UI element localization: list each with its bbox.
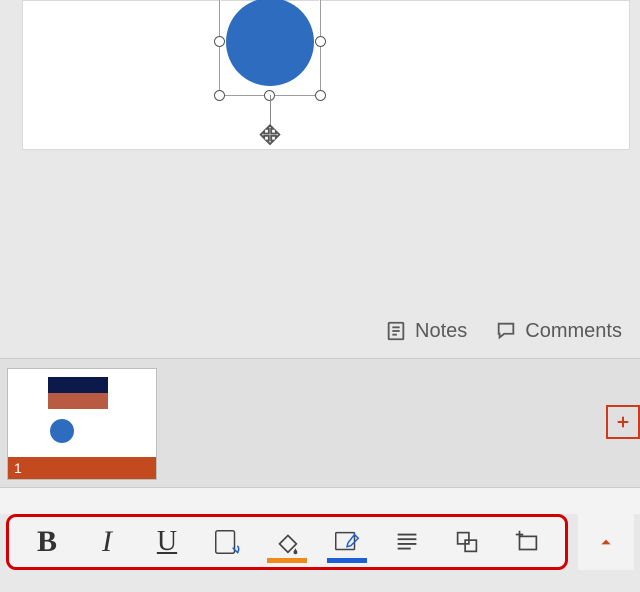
underline-icon: U xyxy=(157,526,177,558)
resize-handle-w[interactable] xyxy=(214,36,225,47)
paint-bucket-icon xyxy=(272,527,302,557)
new-slide-button[interactable] xyxy=(606,405,640,439)
outline-color-button[interactable] xyxy=(325,520,369,564)
paragraph-icon xyxy=(392,527,422,557)
font-style-icon xyxy=(212,527,242,557)
thumbnail-shape xyxy=(50,419,74,443)
selection-box[interactable] xyxy=(219,0,321,96)
slide-canvas[interactable] xyxy=(22,0,630,150)
circle-shape[interactable] xyxy=(226,0,314,86)
comments-button[interactable]: Comments xyxy=(495,320,622,343)
pencil-outline-icon xyxy=(332,527,362,557)
resize-handle-sw[interactable] xyxy=(214,90,225,101)
resize-handle-e[interactable] xyxy=(315,36,326,47)
comments-label: Comments xyxy=(525,320,622,343)
italic-button[interactable]: I xyxy=(85,520,129,564)
meta-row: Notes Comments xyxy=(0,310,640,352)
notes-icon xyxy=(385,320,407,342)
textbox-icon xyxy=(512,527,542,557)
italic-icon: I xyxy=(102,525,112,559)
arrange-icon xyxy=(452,527,482,557)
insert-textbox-button[interactable] xyxy=(505,520,549,564)
underline-button[interactable]: U xyxy=(145,520,189,564)
plus-icon xyxy=(615,414,631,430)
resize-handle-se[interactable] xyxy=(315,90,326,101)
notes-label: Notes xyxy=(415,320,467,343)
comments-icon xyxy=(495,320,517,342)
thumbnail-image xyxy=(48,377,108,409)
notes-button[interactable]: Notes xyxy=(385,320,467,343)
toolbar-background xyxy=(0,488,640,514)
bold-icon: B xyxy=(37,525,57,559)
bold-button[interactable]: B xyxy=(25,520,69,564)
formatting-toolbar: B I U xyxy=(6,514,568,570)
font-style-button[interactable] xyxy=(205,520,249,564)
fill-color-button[interactable] xyxy=(265,520,309,564)
arrange-button[interactable] xyxy=(445,520,489,564)
collapse-toolbar-button[interactable] xyxy=(578,514,634,570)
slide-thumbnail[interactable]: 1 xyxy=(8,369,156,479)
slide-thumbnail-strip: 1 xyxy=(0,358,640,488)
chevron-up-icon xyxy=(599,535,613,549)
move-cursor-icon xyxy=(256,123,284,156)
slide-number-badge: 1 xyxy=(8,457,156,479)
paragraph-button[interactable] xyxy=(385,520,429,564)
